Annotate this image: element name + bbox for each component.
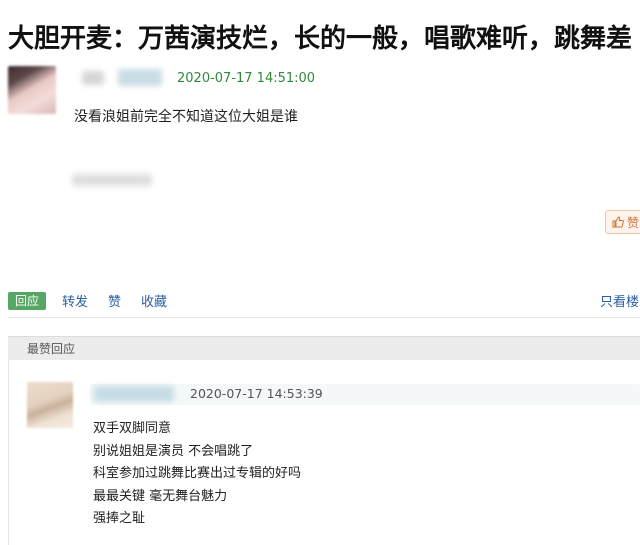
post-timestamp: 2020-07-17 14:51:00 xyxy=(177,71,316,86)
post-like-button[interactable]: 赞 xyxy=(605,210,640,234)
reply-line: 双手双脚同意 xyxy=(93,421,172,436)
page: 大胆开麦：万茜演技烂，长的一般，唱歌难听，跳舞差 2020-07-17 14:5… xyxy=(0,0,640,545)
reply-button[interactable]: 回应 xyxy=(8,291,47,310)
reply-timestamp: 2020-07-17 14:53:39 xyxy=(190,386,323,401)
author-name-redacted[interactable] xyxy=(82,71,104,85)
author-tag-redacted xyxy=(118,69,162,86)
favorite-link[interactable]: 收藏 xyxy=(141,291,167,310)
reply-line: 强捧之耻 xyxy=(93,511,146,526)
section-title-top-replies: 最赞回应 xyxy=(8,336,640,360)
reply-author-redacted[interactable] xyxy=(94,386,174,402)
reply-line: 最最关键 毫无舞台魅力 xyxy=(93,488,228,504)
post-body: 没看浪姐前完全不知道这位大姐是谁 xyxy=(74,109,298,125)
reply-line: 别说姐姐是演员 不会唱跳了 xyxy=(93,443,254,459)
post-action-bar: 回应 转发 赞 收藏 xyxy=(8,291,187,310)
reply-line: 科室参加过跳舞比赛出过专辑的好吗 xyxy=(93,466,302,481)
post-like-label: 赞 xyxy=(627,215,640,230)
only-view-op-link[interactable]: 只看楼 xyxy=(600,291,639,310)
redacted-content xyxy=(72,174,152,186)
reply-body: 双手双脚同意 别说姐姐是演员 不会唱跳了 科室参加过跳舞比赛出过专辑的好吗 最最… xyxy=(93,418,301,531)
like-link[interactable]: 赞 xyxy=(108,291,121,310)
thumbs-up-icon xyxy=(612,216,624,228)
forward-link[interactable]: 转发 xyxy=(62,291,88,310)
reply-avatar[interactable] xyxy=(27,382,73,428)
author-avatar[interactable] xyxy=(8,66,56,114)
post-title: 大胆开麦：万茜演技烂，长的一般，唱歌难听，跳舞差 xyxy=(8,24,633,54)
divider xyxy=(8,317,640,318)
